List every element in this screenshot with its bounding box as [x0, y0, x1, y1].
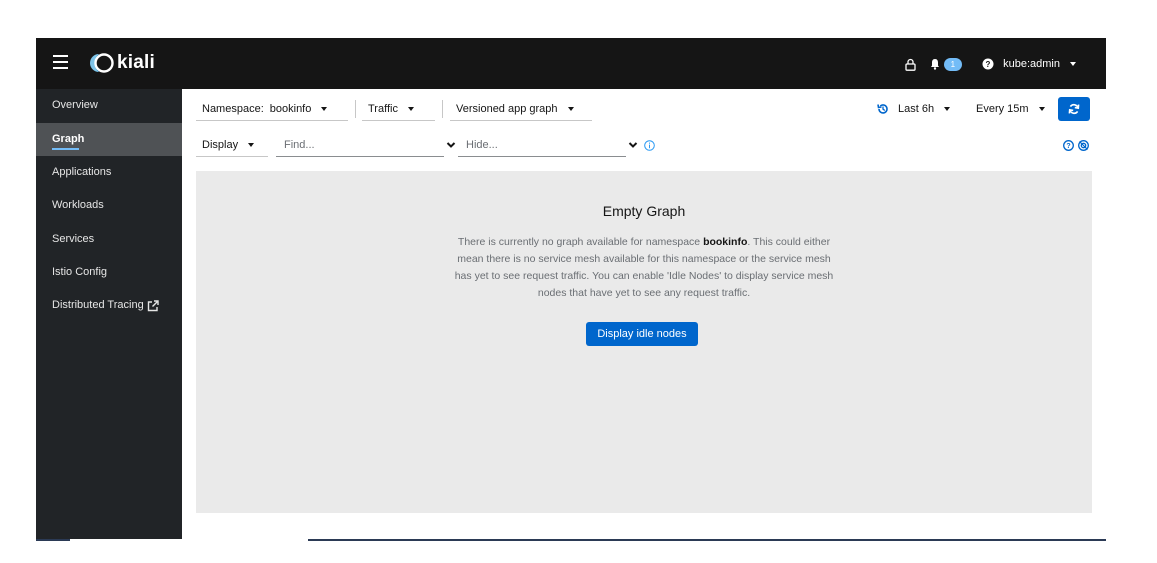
namespace-value: bookinfo	[269, 102, 312, 115]
notifications-bell-icon[interactable]	[930, 58, 940, 70]
brand-name: kiali	[117, 52, 155, 73]
notification-count-badge[interactable]: 1	[943, 57, 963, 71]
sidebar-item-label: Istio Config	[52, 266, 108, 278]
hamburger-menu-icon[interactable]	[53, 55, 68, 69]
refresh-icon	[1068, 103, 1080, 115]
svg-text:?: ?	[986, 60, 991, 69]
empty-graph-text-prefix: There is currently no graph available fo…	[457, 236, 704, 248]
masthead: kiali 1 ? kube:admin	[36, 38, 1106, 89]
horizontal-scrollbar[interactable]	[36, 539, 1106, 541]
sidebar-item-label: Graph	[52, 133, 85, 145]
namespace-dropdown[interactable]: Namespace: bookinfo	[196, 97, 348, 121]
display-idle-nodes-button[interactable]: Display idle nodes	[586, 322, 698, 346]
namespace-label: Namespace:	[202, 102, 264, 115]
empty-graph-description: There is currently no graph available fo…	[454, 234, 834, 302]
graph-help-icon[interactable]: ?	[1063, 140, 1074, 151]
refresh-interval-label: Every 15m	[976, 103, 1029, 115]
toolbar-divider	[442, 100, 443, 118]
svg-text:?: ?	[1066, 143, 1070, 150]
namespace-caret-icon	[321, 106, 328, 111]
lock-icon[interactable]	[905, 58, 916, 71]
graph-type-caret-icon	[567, 106, 574, 111]
display-dropdown[interactable]: Display	[196, 133, 268, 157]
traffic-dropdown[interactable]: Traffic	[362, 97, 435, 121]
hide-history-chevron-down-icon[interactable]	[628, 140, 638, 150]
sidebar-nav: Overview Graph Applications Workloads Se…	[36, 89, 182, 541]
scrollbar-thumb[interactable]	[70, 539, 308, 541]
sidebar-item-distributed-tracing[interactable]: Distributed Tracing	[36, 289, 182, 322]
history-icon[interactable]	[877, 103, 889, 115]
traffic-caret-icon	[407, 106, 414, 111]
find-history-chevron-down-icon[interactable]	[446, 140, 456, 150]
find-hide-info-icon[interactable]	[644, 140, 655, 151]
graph-page: Namespace: bookinfo Traffic Versioned ap…	[182, 89, 1106, 541]
duration-dropdown[interactable]: Last 6h	[892, 97, 968, 121]
duration-label: Last 6h	[898, 103, 935, 115]
graph-type-dropdown[interactable]: Versioned app graph	[450, 97, 592, 121]
empty-graph-namespace: bookinfo	[703, 236, 748, 248]
kiali-logo[interactable]: kiali	[85, 51, 155, 75]
sidebar-item-applications[interactable]: Applications	[36, 156, 182, 189]
user-menu-caret-icon[interactable]	[1070, 62, 1076, 66]
sidebar-item-istio-config[interactable]: Istio Config	[36, 256, 182, 289]
sidebar-item-services[interactable]: Services	[36, 223, 182, 256]
graph-type-label: Versioned app graph	[456, 102, 558, 115]
sidebar-item-label: Services	[52, 233, 95, 245]
hide-input[interactable]: Hide...	[458, 133, 626, 157]
sidebar-item-overview[interactable]: Overview	[36, 89, 182, 122]
find-input[interactable]: Find...	[276, 133, 444, 157]
duration-caret-icon	[944, 107, 951, 111]
empty-graph-panel: Empty Graph There is currently no graph …	[196, 171, 1092, 513]
toolbar-divider	[355, 100, 356, 118]
refresh-interval-caret-icon	[1038, 107, 1045, 111]
graph-tour-icon[interactable]	[1078, 140, 1089, 151]
sidebar-item-label: Distributed Tracing	[52, 299, 144, 311]
sidebar-item-workloads[interactable]: Workloads	[36, 189, 182, 222]
user-menu[interactable]: kube:admin	[1003, 58, 1060, 70]
refresh-interval-dropdown[interactable]: Every 15m	[970, 97, 1056, 121]
kiali-logo-icon	[90, 53, 114, 73]
display-label: Display	[202, 138, 239, 151]
kiali-app: kiali 1 ? kube:admin Overview Graph Appl…	[36, 38, 1106, 541]
refresh-button[interactable]	[1058, 97, 1090, 121]
display-caret-icon	[248, 142, 255, 147]
traffic-label: Traffic	[368, 102, 398, 115]
empty-graph-title: Empty Graph	[602, 203, 686, 219]
header-tools: 1 ? kube:admin	[905, 54, 1076, 74]
sidebar-item-graph[interactable]: Graph	[36, 123, 182, 156]
active-indicator	[52, 148, 79, 150]
external-link-icon	[147, 299, 159, 312]
sidebar-item-label: Overview	[52, 99, 98, 111]
help-icon[interactable]: ?	[982, 58, 994, 70]
sidebar-item-label: Workloads	[52, 199, 104, 211]
sidebar-item-label: Applications	[52, 166, 112, 178]
